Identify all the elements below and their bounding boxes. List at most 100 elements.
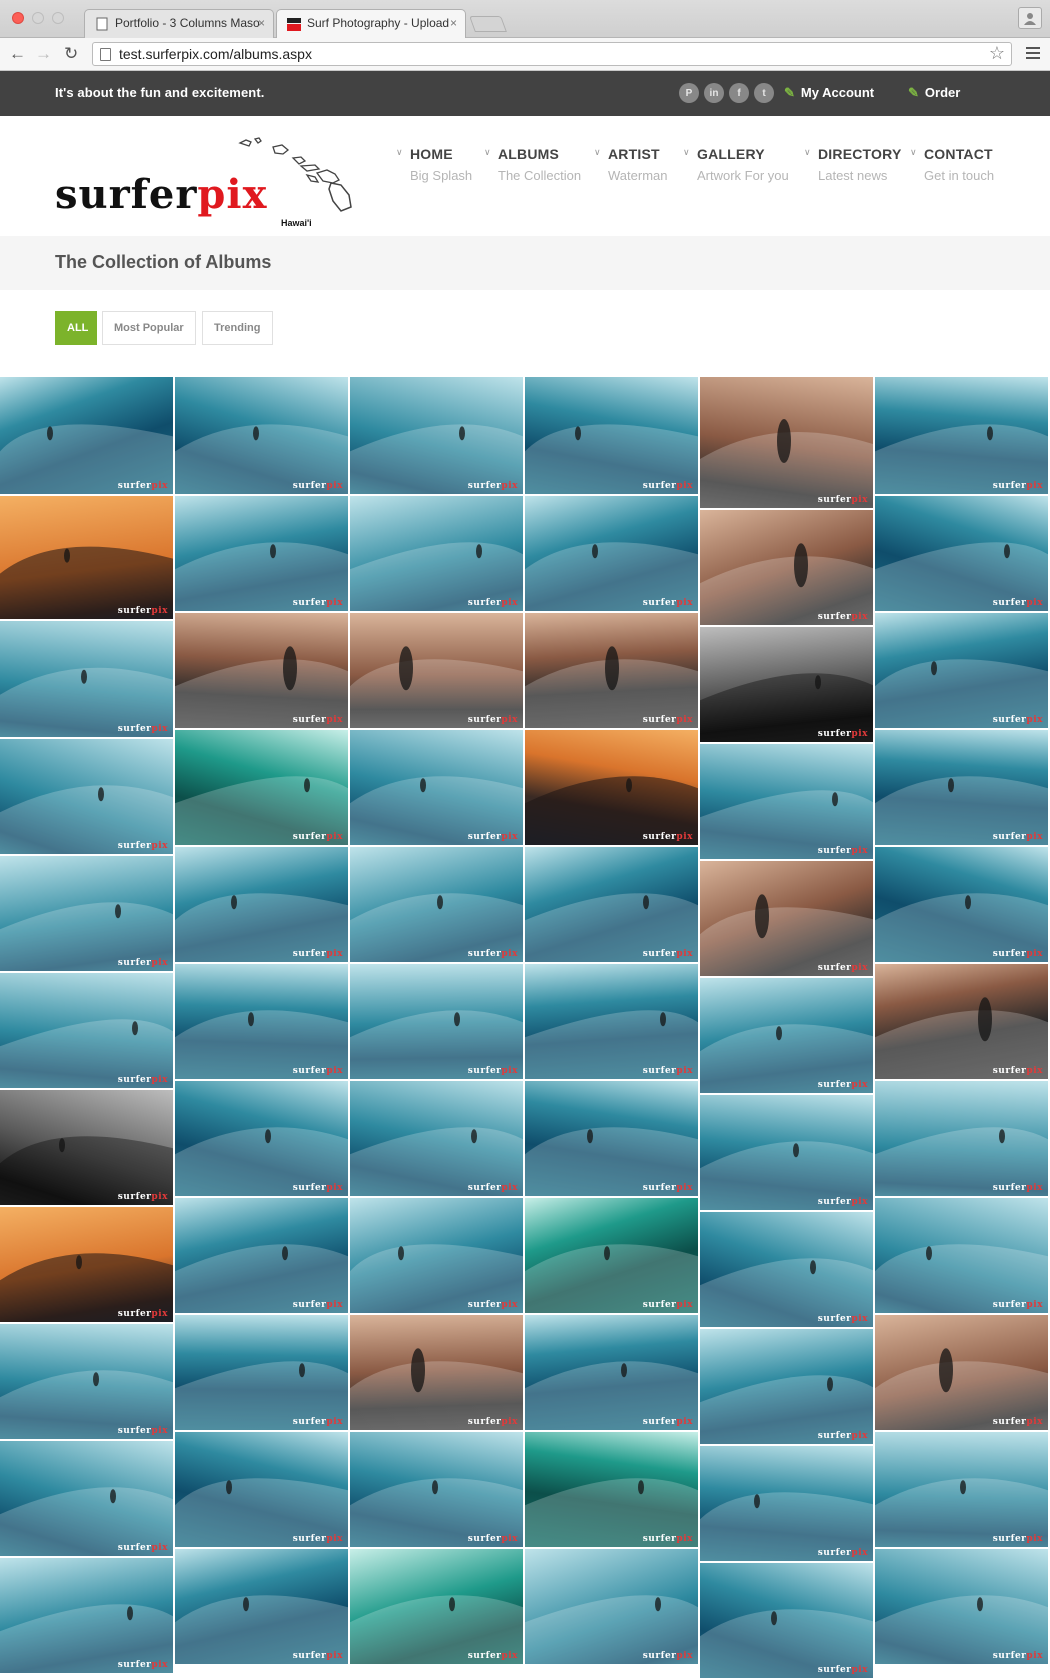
nav-item-directory[interactable]: ∨ DIRECTORY Latest news — [802, 146, 908, 183]
album-thumbnail[interactable]: surferpix — [525, 1081, 698, 1196]
album-thumbnail[interactable]: surferpix — [0, 1558, 173, 1673]
album-thumbnail[interactable]: surferpix — [700, 1329, 873, 1444]
twitter-icon[interactable]: t — [754, 83, 774, 103]
minimize-window-button[interactable] — [32, 12, 44, 24]
album-thumbnail[interactable]: surferpix — [175, 1315, 348, 1430]
album-thumbnail[interactable]: surferpix — [350, 847, 523, 962]
album-thumbnail[interactable]: surferpix — [350, 496, 523, 611]
album-thumbnail[interactable]: surferpix — [875, 613, 1048, 728]
album-thumbnail[interactable]: surferpix — [525, 1315, 698, 1430]
album-thumbnail[interactable]: surferpix — [0, 621, 173, 737]
nav-item-artist[interactable]: ∨ ARTIST Waterman — [592, 146, 681, 183]
album-thumbnail[interactable]: surferpix — [350, 1549, 523, 1664]
back-arrow-icon[interactable]: ← — [9, 44, 26, 64]
album-thumbnail[interactable]: surferpix — [700, 1212, 873, 1327]
album-thumbnail[interactable]: surferpix — [875, 1549, 1048, 1664]
album-thumbnail[interactable]: surferpix — [350, 377, 523, 494]
album-thumbnail[interactable]: surferpix — [175, 1432, 348, 1547]
filter-most-popular-button[interactable]: Most Popular — [102, 311, 196, 345]
nav-item-home[interactable]: ∨ HOME Big Splash — [394, 146, 482, 183]
album-thumbnail[interactable]: surferpix — [350, 730, 523, 845]
album-thumbnail[interactable]: surferpix — [175, 1081, 348, 1196]
album-thumbnail[interactable]: surferpix — [175, 377, 348, 494]
close-tab-icon[interactable]: × — [258, 16, 265, 30]
album-thumbnail[interactable]: surferpix — [875, 847, 1048, 962]
album-thumbnail[interactable]: surferpix — [525, 377, 698, 494]
album-thumbnail[interactable]: surferpix — [875, 1081, 1048, 1196]
album-thumbnail[interactable]: surferpix — [875, 1315, 1048, 1430]
album-thumbnail[interactable]: surferpix — [525, 496, 698, 611]
nav-item-contact[interactable]: ∨ CONTACT Get in touch — [908, 146, 1008, 183]
bookmark-star-icon[interactable]: ☆ — [989, 43, 1005, 64]
album-thumbnail[interactable]: surferpix — [700, 627, 873, 742]
album-thumbnail[interactable]: surferpix — [350, 1198, 523, 1313]
album-thumbnail[interactable]: surferpix — [350, 1432, 523, 1547]
album-thumbnail[interactable]: surferpix — [525, 1198, 698, 1313]
album-thumbnail[interactable]: surferpix — [700, 1095, 873, 1210]
album-thumbnail[interactable]: surferpix — [525, 730, 698, 845]
album-thumbnail[interactable]: surferpix — [875, 496, 1048, 611]
album-thumbnail[interactable]: surferpix — [0, 1441, 173, 1556]
close-window-button[interactable] — [12, 12, 24, 24]
album-thumbnail[interactable]: surferpix — [175, 1198, 348, 1313]
filter-all-button[interactable]: ALL — [55, 311, 97, 345]
thumbnail-figure — [771, 1611, 777, 1626]
album-thumbnail[interactable]: surferpix — [0, 496, 173, 619]
pinterest-icon[interactable]: P — [679, 83, 699, 103]
album-thumbnail[interactable]: surferpix — [700, 1563, 873, 1678]
album-thumbnail[interactable]: surferpix — [175, 1549, 348, 1664]
close-tab-icon[interactable]: × — [450, 16, 457, 30]
address-bar[interactable]: test.surferpix.com/albums.aspx ☆ — [92, 42, 1012, 66]
album-thumbnail[interactable]: surferpix — [525, 1432, 698, 1547]
album-thumbnail[interactable]: surferpix — [0, 856, 173, 971]
reload-icon[interactable]: ↻ — [64, 44, 78, 64]
album-thumbnail[interactable]: surferpix — [525, 613, 698, 728]
linkedin-icon[interactable]: in — [704, 83, 724, 103]
album-thumbnail[interactable]: surferpix — [700, 744, 873, 859]
facebook-icon[interactable]: f — [729, 83, 749, 103]
album-thumbnail[interactable]: surferpix — [0, 1090, 173, 1205]
album-thumbnail[interactable]: surferpix — [525, 847, 698, 962]
album-thumbnail[interactable]: surferpix — [525, 964, 698, 1079]
album-thumbnail[interactable]: surferpix — [875, 1432, 1048, 1547]
album-thumbnail[interactable]: surferpix — [875, 730, 1048, 845]
browser-menu-icon[interactable] — [1026, 47, 1040, 62]
album-thumbnail[interactable]: surferpix — [700, 978, 873, 1093]
album-thumbnail[interactable]: surferpix — [0, 377, 173, 494]
album-thumbnail[interactable]: surferpix — [350, 1081, 523, 1196]
order-link[interactable]: ✎ Order — [908, 85, 960, 101]
album-thumbnail[interactable]: surferpix — [175, 964, 348, 1079]
new-tab-button[interactable] — [469, 16, 507, 32]
my-account-link[interactable]: ✎ My Account — [784, 85, 874, 101]
album-thumbnail[interactable]: surferpix — [350, 1315, 523, 1430]
album-thumbnail[interactable]: surferpix — [875, 1198, 1048, 1313]
forward-arrow-icon[interactable]: → — [35, 44, 52, 64]
maximize-window-button[interactable] — [52, 12, 64, 24]
thumbnail-figure — [754, 1494, 760, 1509]
surferpix-logo[interactable]: surferpix Hawai'i — [55, 133, 355, 228]
album-thumbnail[interactable]: surferpix — [700, 1446, 873, 1561]
album-thumbnail[interactable]: surferpix — [700, 861, 873, 976]
album-thumbnail[interactable]: surferpix — [0, 1207, 173, 1322]
album-thumbnail[interactable]: surferpix — [175, 496, 348, 611]
album-thumbnail[interactable]: surferpix — [0, 1324, 173, 1439]
profile-button[interactable] — [1018, 7, 1042, 29]
album-thumbnail[interactable]: surferpix — [175, 613, 348, 728]
browser-tab-surf-photography[interactable]: Surf Photography - Upload × — [276, 9, 466, 38]
album-thumbnail[interactable]: surferpix — [350, 964, 523, 1079]
browser-tab-portfolio[interactable]: Portfolio - 3 Columns Maso × — [84, 9, 274, 38]
album-thumbnail[interactable]: surferpix — [875, 377, 1048, 494]
nav-label: DIRECTORY — [818, 146, 902, 162]
album-thumbnail[interactable]: surferpix — [700, 377, 873, 508]
nav-item-gallery[interactable]: ∨ GALLERY Artwork For you — [681, 146, 802, 183]
album-thumbnail[interactable]: surferpix — [525, 1549, 698, 1664]
album-thumbnail[interactable]: surferpix — [0, 973, 173, 1088]
album-thumbnail[interactable]: surferpix — [175, 847, 348, 962]
album-thumbnail[interactable]: surferpix — [175, 730, 348, 845]
album-thumbnail[interactable]: surferpix — [700, 510, 873, 625]
album-thumbnail[interactable]: surferpix — [350, 613, 523, 728]
album-thumbnail[interactable]: surferpix — [875, 964, 1048, 1079]
filter-trending-button[interactable]: Trending — [202, 311, 273, 345]
album-thumbnail[interactable]: surferpix — [0, 739, 173, 854]
nav-item-albums[interactable]: ∨ ALBUMS The Collection — [482, 146, 592, 183]
